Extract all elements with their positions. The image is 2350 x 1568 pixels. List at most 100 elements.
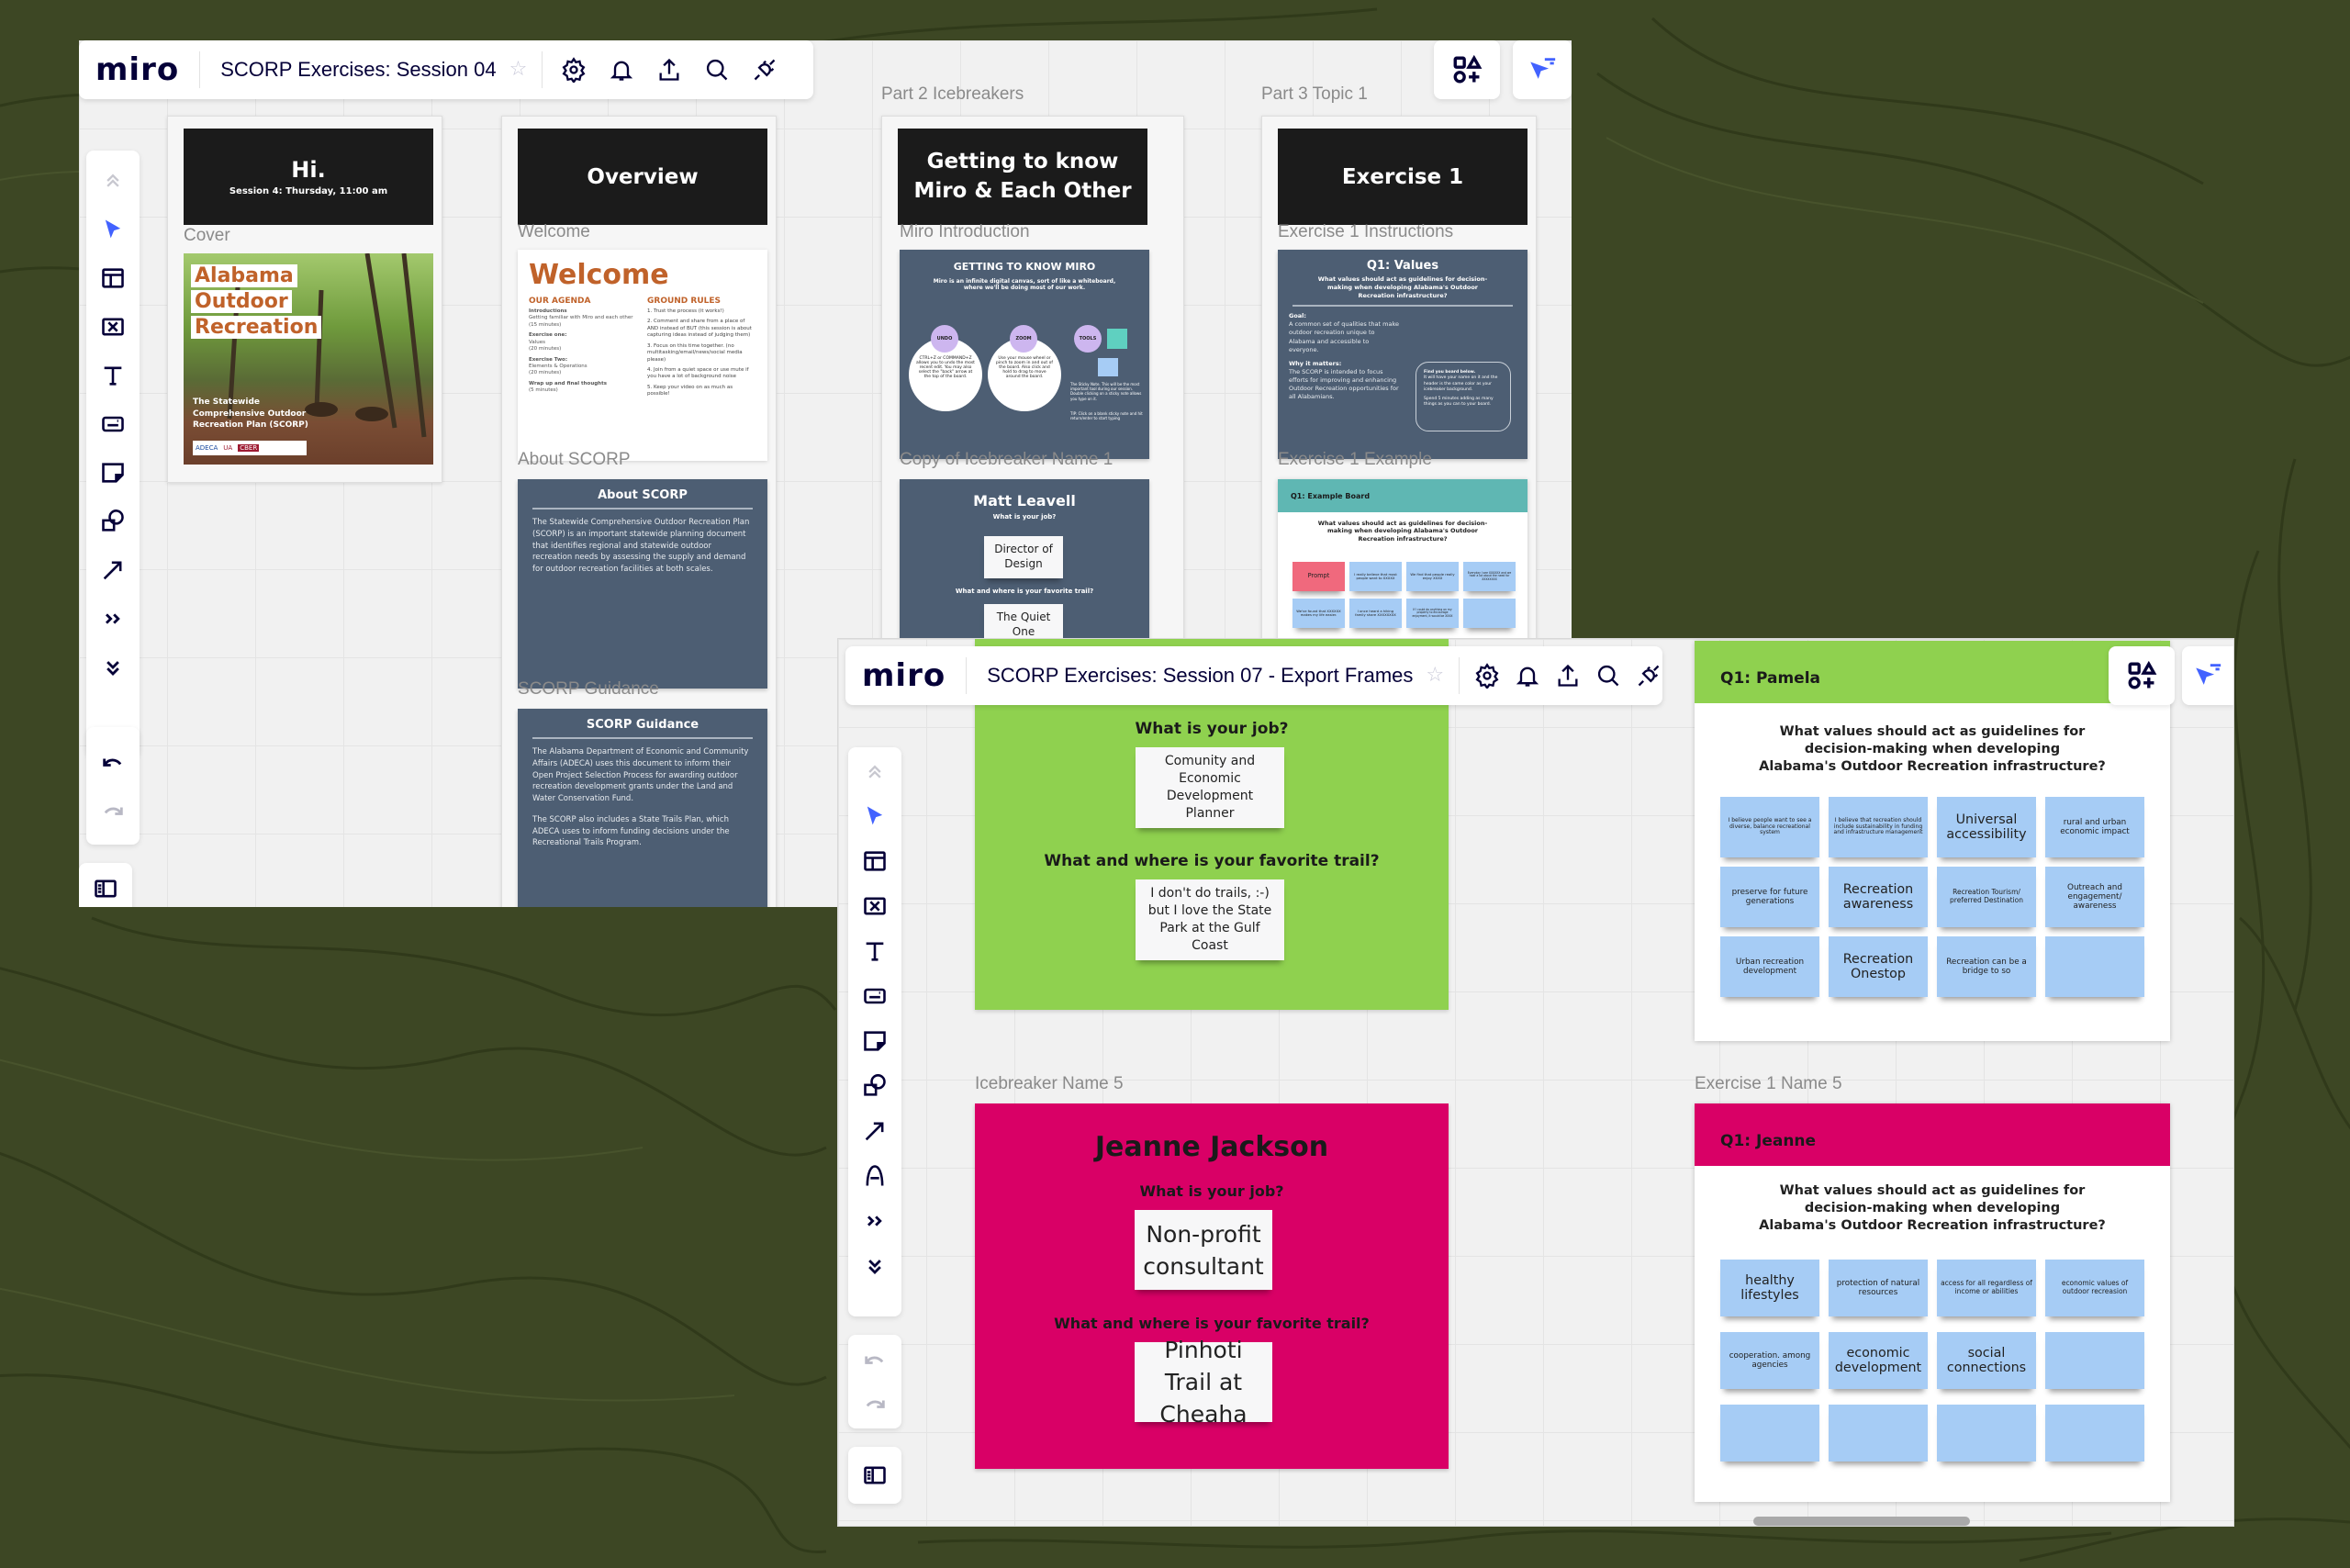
sticky-note[interactable]: cooperation. among agencies (1720, 1332, 1819, 1389)
card-icon[interactable] (856, 973, 893, 1018)
sticky-note[interactable] (2045, 1332, 2144, 1389)
plugin-icon[interactable] (1636, 659, 1662, 692)
collapse-up-icon[interactable] (95, 156, 131, 205)
frame-icon[interactable] (95, 302, 131, 351)
green-trail-answer[interactable]: I don't do trails, :-) but I love the St… (1136, 879, 1284, 960)
sticky-note[interactable]: Recreation can be a bridge to so (1937, 936, 2036, 997)
icebreaker-jeanne-frame[interactable]: Jeanne Jackson What is your job? Non-pro… (975, 1103, 1449, 1469)
shapes-icon[interactable] (856, 1063, 893, 1108)
templates-icon[interactable] (856, 838, 893, 883)
shapes-library-button[interactable] (2109, 646, 2175, 705)
card-icon[interactable] (95, 399, 131, 448)
sticky-note[interactable]: If I could do anything on my property to… (1406, 599, 1459, 628)
sticky-note[interactable] (1829, 1405, 1928, 1462)
sticky-note[interactable]: We find that people really enjoy XXXX (1406, 562, 1459, 591)
select-cursor-icon[interactable] (95, 205, 131, 253)
shapes-library-button[interactable] (1434, 40, 1500, 99)
sticky-note[interactable] (1720, 1405, 1819, 1462)
board-panel-toggle[interactable] (848, 1447, 901, 1504)
sticky-note[interactable]: Everyday I see XXXXXX and we hear a lot … (1463, 562, 1516, 591)
select-cursor-icon[interactable] (856, 793, 893, 838)
text-icon[interactable] (856, 928, 893, 973)
connector-arrow-icon[interactable] (95, 545, 131, 594)
settings-icon[interactable] (1474, 659, 1500, 692)
miro-logo[interactable]: miro (862, 657, 968, 694)
bell-icon[interactable] (605, 53, 638, 86)
settings-icon[interactable] (557, 53, 590, 86)
sidebar-panel-icon[interactable] (87, 865, 124, 908)
icebreaker-job-answer[interactable]: Director of Design (984, 536, 1063, 578)
cover-line-2: Outdoor (191, 290, 292, 313)
collaboration-cursor-button[interactable] (2182, 646, 2233, 705)
expand-down-icon[interactable] (856, 1243, 893, 1288)
search-icon[interactable] (1595, 659, 1621, 692)
star-icon[interactable]: ☆ (509, 51, 543, 88)
sticky-note[interactable]: I really believe that most people want t… (1349, 562, 1402, 591)
sticky-note[interactable]: I believe that recreation should include… (1829, 797, 1928, 857)
sticky-note[interactable]: economic values of outdoor recreasion (2045, 1260, 2144, 1316)
templates-icon[interactable] (95, 253, 131, 302)
sticky-note[interactable]: Outreach and engagement/ awareness (2045, 867, 2144, 927)
sticky-note[interactable]: Urban recreation development (1720, 936, 1819, 997)
sticky-note[interactable]: economic development (1829, 1332, 1928, 1389)
sticky-note[interactable]: healthy lifestyles (1720, 1260, 1819, 1316)
more-tools-icon[interactable] (95, 594, 131, 643)
sticky-note-icon[interactable] (95, 448, 131, 497)
board-q1-jeanne[interactable]: Q1: Jeanne What values should act as gui… (1695, 1103, 2170, 1502)
sticky-note[interactable]: Recreation Onestop (1829, 936, 1928, 997)
sticky-note[interactable]: protection of natural resources (1829, 1260, 1928, 1316)
board-q1-pamela[interactable]: Q1: Pamela What values should act as gui… (1695, 641, 2170, 1041)
green-job-answer[interactable]: Comunity and Economic Development Planne… (1136, 747, 1284, 828)
more-tools-icon[interactable] (856, 1198, 893, 1243)
sticky-note[interactable]: I believe people want to see a diverse, … (1720, 797, 1819, 857)
jeanne-job-answer[interactable]: Non-profit consultant (1135, 1210, 1272, 1290)
board-panel-toggle[interactable] (79, 863, 132, 907)
cover-logos: ADECA UA CBER (193, 441, 307, 455)
bell-icon[interactable] (1515, 659, 1540, 692)
undo-icon[interactable] (95, 737, 131, 786)
pen-icon[interactable] (856, 1153, 893, 1198)
miro-logo[interactable]: miro (95, 51, 201, 88)
jeanne-trail-answer[interactable]: Pinhoti Trail at Cheaha (1135, 1337, 1272, 1428)
expand-down-icon[interactable] (95, 643, 131, 691)
collapse-up-icon[interactable] (856, 751, 893, 793)
board-title[interactable]: SCORP Exercises: Session 04 (200, 58, 509, 82)
sticky-note[interactable]: rural and urban economic impact (2045, 797, 2144, 857)
collaboration-cursor-button[interactable] (1513, 40, 1572, 99)
sticky-note[interactable]: I once heard a hiking family share XXXXX… (1349, 599, 1402, 628)
green-job-question: What is your job? (1135, 720, 1289, 738)
sticky-note[interactable]: Universal accessibility (1937, 797, 2036, 857)
horizontal-scrollbar[interactable] (1753, 1517, 1970, 1526)
connector-arrow-icon[interactable] (856, 1108, 893, 1153)
sticky-note[interactable] (2045, 1405, 2144, 1462)
redo-icon[interactable] (95, 786, 131, 834)
sidebar-panel-icon[interactable] (856, 1451, 893, 1500)
ua-logo: UA (223, 444, 233, 452)
sticky-note[interactable]: preserve for future generations (1720, 867, 1819, 927)
board-title[interactable]: SCORP Exercises: Session 07 - Export Fra… (967, 664, 1426, 688)
search-icon[interactable] (700, 53, 733, 86)
sticky-note[interactable]: We've found that XXXXXX makes my life ea… (1292, 599, 1345, 628)
miro-intro-subtitle: Miro is an infinite digital canvas, sort… (933, 278, 1116, 291)
sticky-note-icon[interactable] (856, 1018, 893, 1063)
sticky-note[interactable] (2045, 936, 2144, 997)
frame-icon[interactable] (856, 883, 893, 928)
sticky-note[interactable]: Recreation Tourism/ preferred Destinatio… (1937, 867, 2036, 927)
share-upload-icon[interactable] (653, 53, 686, 86)
undo-redo-panel (86, 727, 140, 845)
star-icon[interactable]: ☆ (1426, 657, 1460, 694)
undo-icon[interactable] (856, 1338, 893, 1382)
sticky-note[interactable] (1463, 599, 1516, 628)
sticky-note[interactable]: Prompt (1292, 562, 1345, 591)
text-icon[interactable] (95, 351, 131, 399)
shapes-icon[interactable] (95, 497, 131, 545)
sticky-note[interactable] (1937, 1405, 2036, 1462)
redo-icon[interactable] (856, 1382, 893, 1426)
frame-label-topic-1: Part 3 Topic 1 (1261, 84, 1368, 104)
sticky-note[interactable]: social connections (1937, 1332, 2036, 1389)
sticky-note[interactable]: access for all regardless of income or a… (1937, 1260, 2036, 1316)
plugin-icon[interactable] (748, 53, 781, 86)
sticky-note[interactable]: Recreation awareness (1829, 867, 1928, 927)
pamela-question: What values should act as guidelines for… (1759, 724, 2106, 774)
share-upload-icon[interactable] (1555, 659, 1581, 692)
